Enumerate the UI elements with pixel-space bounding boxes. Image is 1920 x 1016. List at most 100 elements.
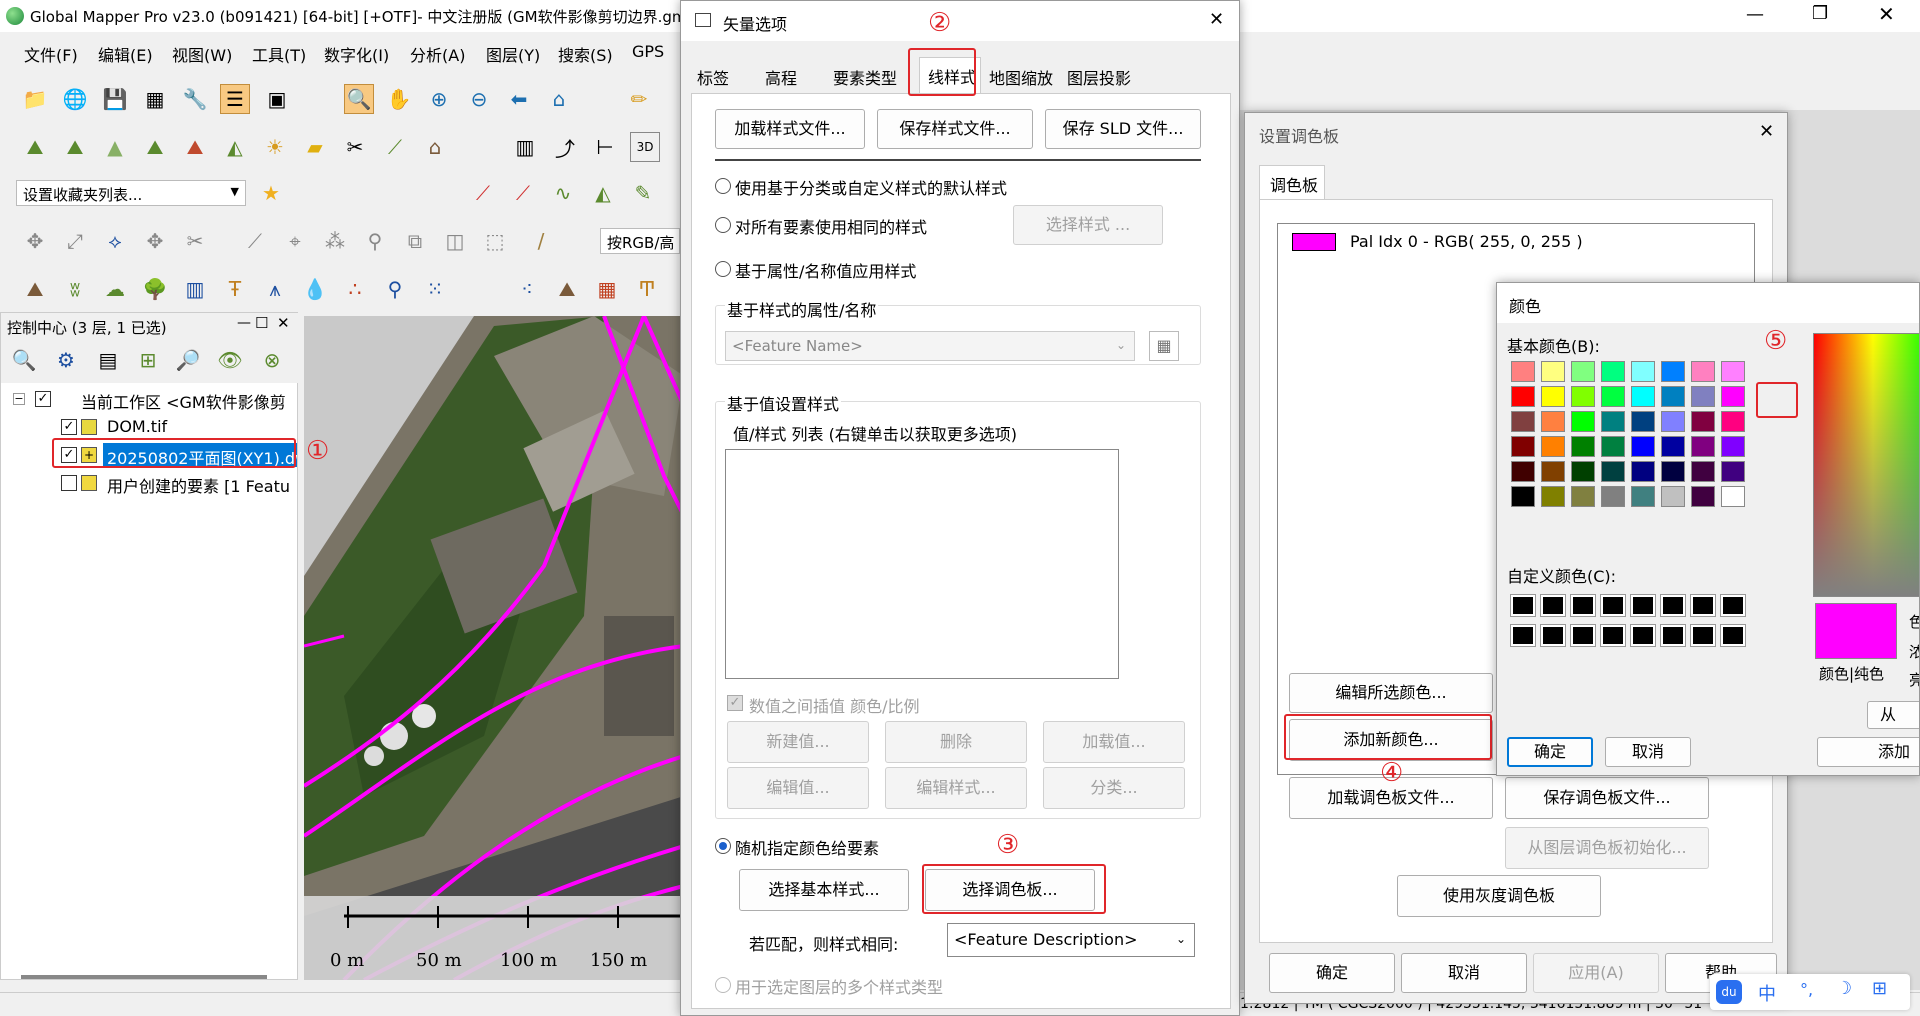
snap-icon[interactable]: ⌖: [280, 226, 310, 256]
custom-color-swatch[interactable]: [1570, 624, 1596, 647]
pin-panel-icon[interactable]: —: [237, 315, 251, 331]
value-list-box[interactable]: [725, 449, 1119, 679]
custom-color-swatch[interactable]: [1690, 624, 1716, 647]
tree-collapse-icon[interactable]: −: [13, 393, 25, 405]
sun-icon[interactable]: ☀: [260, 132, 290, 162]
profile-icon[interactable]: ⟋: [380, 132, 410, 162]
grass-icon[interactable]: ʬ: [60, 274, 90, 304]
palette-dialog-close-icon[interactable]: ✕: [1759, 121, 1774, 142]
custom-color-swatch[interactable]: [1600, 624, 1626, 647]
bush-icon[interactable]: ☁: [100, 274, 130, 304]
basic-color-swatch[interactable]: [1511, 436, 1535, 457]
layer-zoom-icon[interactable]: 🔎: [173, 345, 203, 375]
basic-color-swatch[interactable]: [1631, 411, 1655, 432]
pan-hand-icon[interactable]: ✋: [384, 84, 414, 114]
attribute-select[interactable]: <Feature Name> ⌄: [725, 331, 1135, 361]
init-from-layer-button[interactable]: 从图层调色板初始化...: [1505, 827, 1709, 869]
random-color-radio[interactable]: [715, 838, 731, 854]
chart-icon[interactable]: ▦: [592, 274, 622, 304]
relief-icon[interactable]: ⛰: [180, 132, 210, 162]
digitize-line-icon[interactable]: ⟋: [468, 178, 498, 208]
menu-search[interactable]: 搜索(S): [558, 42, 613, 66]
menu-layer[interactable]: 图层(Y): [486, 42, 540, 66]
contour-icon[interactable]: ⛰: [60, 132, 90, 162]
globe-icon[interactable]: 🌐: [60, 84, 90, 114]
classify-button[interactable]: 分类...: [1043, 767, 1185, 809]
basic-color-swatch[interactable]: [1661, 436, 1685, 457]
ime-moon-icon[interactable]: ☽: [1836, 978, 1852, 999]
delete-button[interactable]: 删除: [885, 721, 1027, 763]
favorites-dropdown[interactable]: 设置收藏夹列表... ▼: [16, 180, 246, 206]
hill-icon[interactable]: ⛰: [20, 274, 50, 304]
basic-color-swatch[interactable]: [1691, 436, 1715, 457]
custom-color-swatch[interactable]: [1570, 594, 1596, 617]
edit-value-button[interactable]: 编辑值...: [727, 767, 869, 809]
grayscale-palette-button[interactable]: 使用灰度调色板: [1397, 875, 1601, 917]
match-field-select[interactable]: <Feature Description> ⌄: [947, 923, 1195, 957]
custom-color-swatch[interactable]: [1540, 594, 1566, 617]
slope-icon[interactable]: ◭: [220, 132, 250, 162]
tab-layer-projection[interactable]: 图层投影: [1063, 65, 1135, 89]
basic-color-swatch[interactable]: [1721, 461, 1745, 482]
open-folder-icon[interactable]: 📁: [20, 84, 50, 114]
custom-color-swatch[interactable]: [1660, 594, 1686, 617]
home-icon[interactable]: ⌂: [544, 84, 574, 114]
menu-edit[interactable]: 编辑(E): [98, 42, 153, 66]
basic-color-swatch[interactable]: [1691, 411, 1715, 432]
digitize-edit-icon[interactable]: ✎: [628, 178, 658, 208]
maximize-panel-icon[interactable]: ☐: [255, 314, 268, 332]
basic-color-swatch[interactable]: [1601, 436, 1625, 457]
menu-digitize[interactable]: 数字化(I): [324, 42, 389, 66]
add-new-color-button[interactable]: 添加新颜色...: [1289, 719, 1493, 761]
join-icon[interactable]: ⧉: [400, 226, 430, 256]
ime-toolbar[interactable]: du 中 °, ☽ ⊞: [1710, 974, 1910, 1010]
custom-color-swatch[interactable]: [1600, 594, 1626, 617]
custom-color-swatch[interactable]: [1720, 624, 1746, 647]
menu-analysis[interactable]: 分析(A): [410, 42, 465, 66]
digitize-area-icon[interactable]: ◭: [588, 178, 618, 208]
vector-dialog-close-icon[interactable]: ✕: [1209, 9, 1224, 30]
basic-color-swatch[interactable]: [1631, 486, 1655, 507]
same-style-radio[interactable]: [715, 217, 731, 233]
basic-color-swatch[interactable]: [1541, 361, 1565, 382]
dom-checkbox[interactable]: ✓: [61, 419, 77, 435]
custom-color-swatch[interactable]: [1510, 624, 1536, 647]
overview-icon[interactable]: ▣: [262, 84, 292, 114]
move2-icon[interactable]: ✥: [140, 226, 170, 256]
palette-ok-button[interactable]: 确定: [1269, 953, 1395, 993]
load-value-button[interactable]: 加载值...: [1043, 721, 1185, 763]
tab-elevation[interactable]: 高程: [759, 65, 803, 89]
ime-punct-icon[interactable]: °,: [1800, 980, 1813, 999]
basic-color-swatch[interactable]: [1661, 361, 1685, 382]
edit-selected-color-button[interactable]: 编辑所选颜色...: [1289, 673, 1493, 713]
panel-scrollbar[interactable]: [21, 975, 267, 979]
basic-color-swatch[interactable]: [1661, 411, 1685, 432]
workspace-label[interactable]: 当前工作区 <GM软件影像剪: [81, 389, 286, 413]
basic-color-swatch[interactable]: [1511, 411, 1535, 432]
load-style-button[interactable]: 加载样式文件...: [715, 109, 865, 149]
select-style-button[interactable]: 选择样式 ...: [1013, 205, 1163, 245]
split-icon[interactable]: ⊢: [590, 132, 620, 162]
wrench-icon[interactable]: 🔧: [180, 84, 210, 114]
blank-icon[interactable]: ⬚: [480, 226, 510, 256]
menu-view[interactable]: 视图(W): [172, 42, 232, 66]
pin-icon[interactable]: ⚲: [360, 226, 390, 256]
cut-icon[interactable]: ✂: [180, 226, 210, 256]
digitize-curve-icon[interactable]: ∿: [548, 178, 578, 208]
basic-color-swatch[interactable]: [1631, 461, 1655, 482]
ridge-icon[interactable]: ⛰: [140, 132, 170, 162]
dots-icon[interactable]: ∴: [340, 274, 370, 304]
basic-color-swatch[interactable]: [1661, 461, 1685, 482]
water-drop-icon[interactable]: 💧: [300, 274, 330, 304]
layer-gear-icon[interactable]: ⚙: [51, 345, 81, 375]
custom-color-swatch[interactable]: [1630, 594, 1656, 617]
basic-color-swatch[interactable]: [1691, 486, 1715, 507]
menu-file[interactable]: 文件(F): [24, 42, 78, 66]
tab-label[interactable]: 标签: [691, 65, 735, 89]
tree-icon[interactable]: 🌳: [140, 274, 170, 304]
vertex-icon[interactable]: ⟡: [100, 226, 130, 256]
tab-line-style[interactable]: 线样式: [919, 57, 981, 93]
palette-apply-button[interactable]: 应用(A): [1533, 953, 1659, 993]
zoom-out-icon[interactable]: ⊖: [464, 84, 494, 114]
custom-color-swatch[interactable]: [1510, 594, 1536, 617]
